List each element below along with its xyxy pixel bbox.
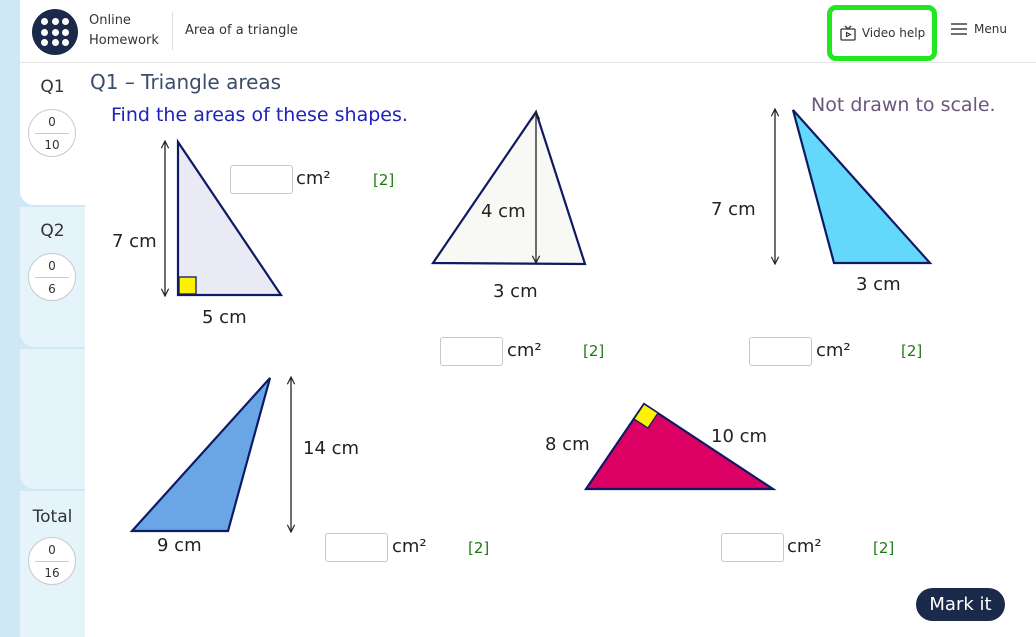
label-b-base: 3 cm bbox=[493, 281, 538, 302]
unit-d: cm² bbox=[392, 536, 427, 557]
answer-input-b[interactable] bbox=[440, 337, 503, 366]
marks-d: [2] bbox=[468, 539, 490, 557]
label-d-height: 14 cm bbox=[303, 438, 360, 459]
answer-input-a[interactable] bbox=[230, 165, 293, 194]
unit-b: cm² bbox=[507, 340, 542, 361]
label-a-base: 5 cm bbox=[202, 307, 247, 328]
label-e-side1: 8 cm bbox=[545, 434, 590, 455]
right-angle-marker-a bbox=[178, 276, 197, 295]
triangle-c bbox=[791, 109, 933, 265]
marks-e: [2] bbox=[873, 539, 895, 557]
triangle-b bbox=[430, 109, 587, 266]
answer-input-c[interactable] bbox=[749, 337, 812, 366]
marks-a: [2] bbox=[373, 171, 395, 189]
label-c-base: 3 cm bbox=[856, 274, 901, 295]
triangle-d bbox=[129, 377, 272, 533]
mark-it-button[interactable]: Mark it bbox=[916, 588, 1005, 621]
marks-b: [2] bbox=[583, 342, 605, 360]
marks-c: [2] bbox=[901, 342, 923, 360]
label-c-height: 7 cm bbox=[711, 199, 756, 220]
unit-e: cm² bbox=[787, 536, 822, 557]
label-e-side2: 10 cm bbox=[711, 426, 768, 447]
answer-input-d[interactable] bbox=[325, 533, 388, 562]
label-a-height: 7 cm bbox=[112, 231, 157, 252]
unit-c: cm² bbox=[816, 340, 851, 361]
label-b-height: 4 cm bbox=[481, 201, 526, 222]
label-d-base: 9 cm bbox=[157, 535, 202, 556]
answer-input-e[interactable] bbox=[721, 533, 784, 562]
unit-a: cm² bbox=[296, 168, 331, 189]
